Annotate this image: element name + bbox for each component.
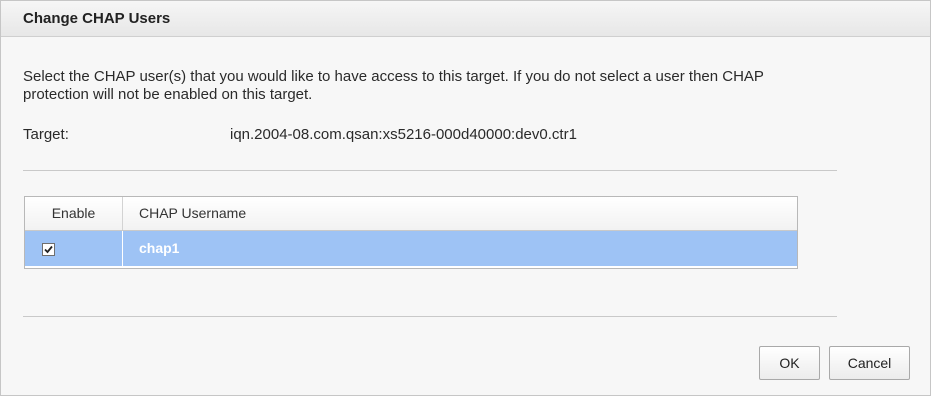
chap-username-cell: chap1 — [139, 240, 180, 256]
enable-cell — [25, 231, 123, 266]
cancel-button[interactable]: Cancel — [829, 346, 910, 380]
dialog-titlebar: Change CHAP Users — [1, 1, 930, 37]
table-header: Enable CHAP Username — [25, 197, 797, 231]
change-chap-users-dialog: Change CHAP Users Select the CHAP user(s… — [0, 0, 931, 396]
chap-users-table: Enable CHAP Username chap1 — [24, 196, 798, 269]
target-value: iqn.2004-08.com.qsan:xs5216-000d40000:de… — [230, 126, 577, 143]
divider — [23, 170, 837, 171]
enable-checkbox[interactable] — [42, 243, 55, 256]
check-icon — [44, 245, 53, 254]
target-label: Target: — [23, 126, 69, 143]
dialog-title: Change CHAP Users — [23, 10, 171, 27]
ok-button[interactable]: OK — [759, 346, 820, 380]
table-row[interactable]: chap1 — [25, 231, 797, 266]
divider — [23, 316, 837, 317]
dialog-description: Select the CHAP user(s) that you would l… — [23, 68, 764, 103]
column-header-enable[interactable]: Enable — [25, 197, 123, 230]
column-header-chap-username[interactable]: CHAP Username — [139, 197, 246, 230]
